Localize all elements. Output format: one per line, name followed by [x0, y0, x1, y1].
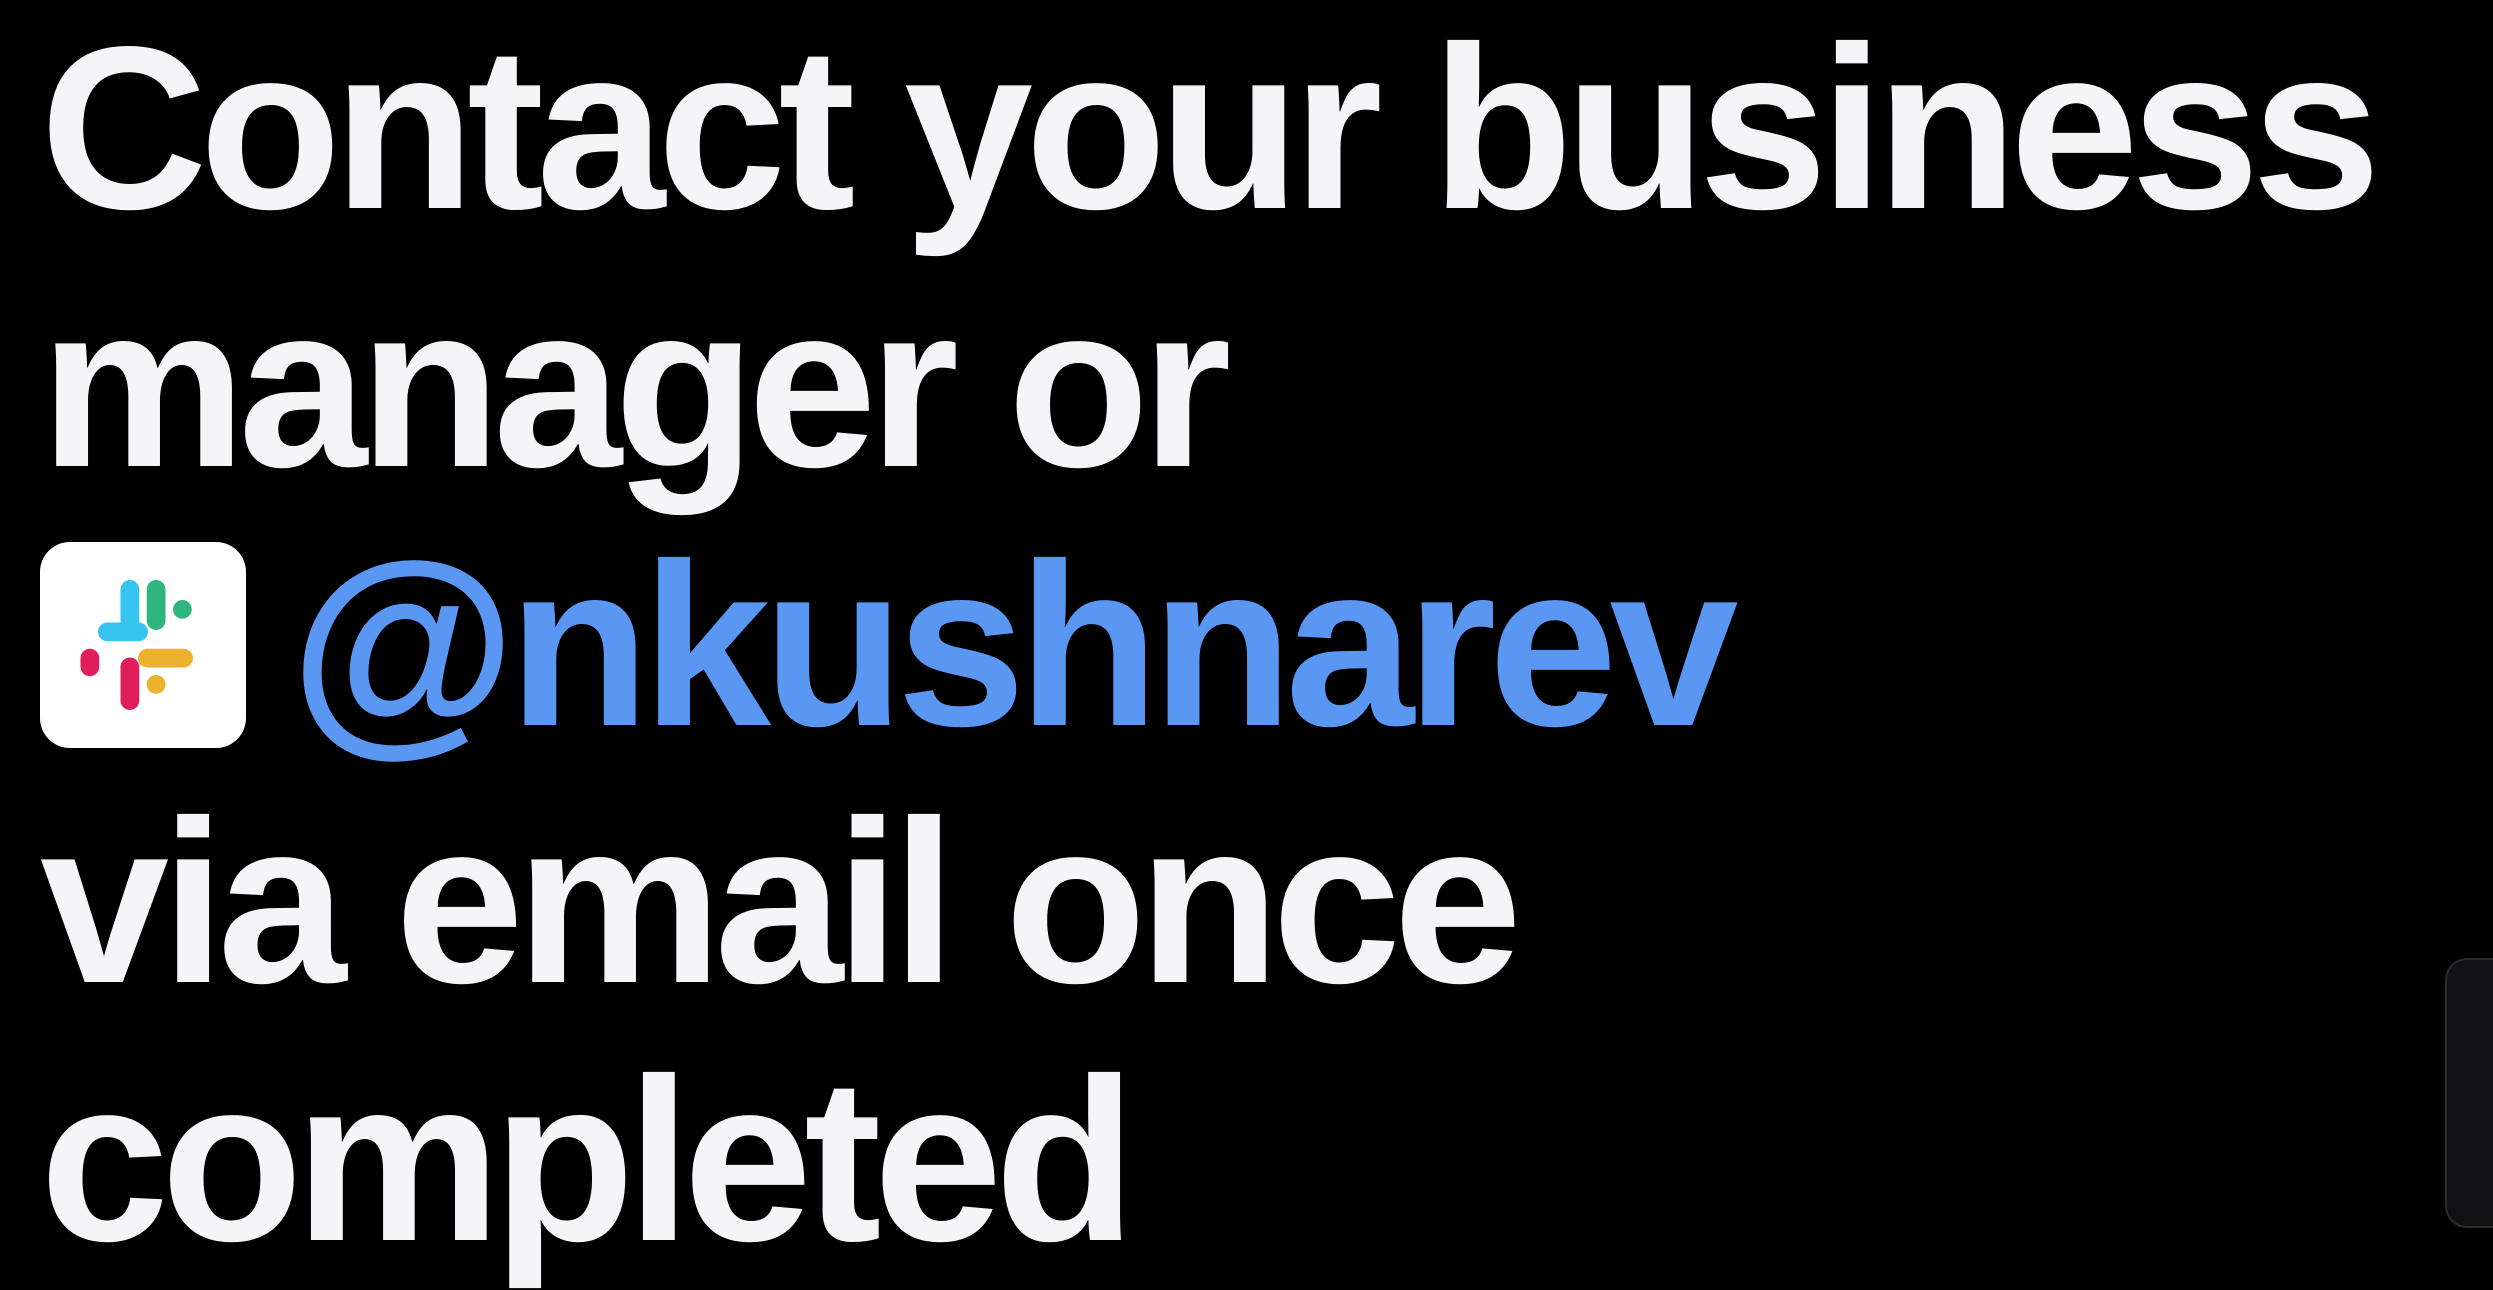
- message-line-1: Contact your business: [40, 0, 2381, 258]
- contact-message: Contact your business manager or @nkushn…: [40, 0, 2460, 1290]
- message-line-4: via email once: [40, 773, 1522, 1032]
- message-line-5: completed: [40, 1031, 1136, 1290]
- slack-handle-link[interactable]: @nkushnarev: [290, 512, 1739, 779]
- slack-logo-icon: [80, 580, 193, 710]
- message-line-2: manager or: [40, 257, 1232, 516]
- slack-contact-row: @nkushnarev: [40, 516, 2460, 775]
- slack-icon: [40, 542, 246, 748]
- side-panel-handle[interactable]: [2445, 958, 2493, 1228]
